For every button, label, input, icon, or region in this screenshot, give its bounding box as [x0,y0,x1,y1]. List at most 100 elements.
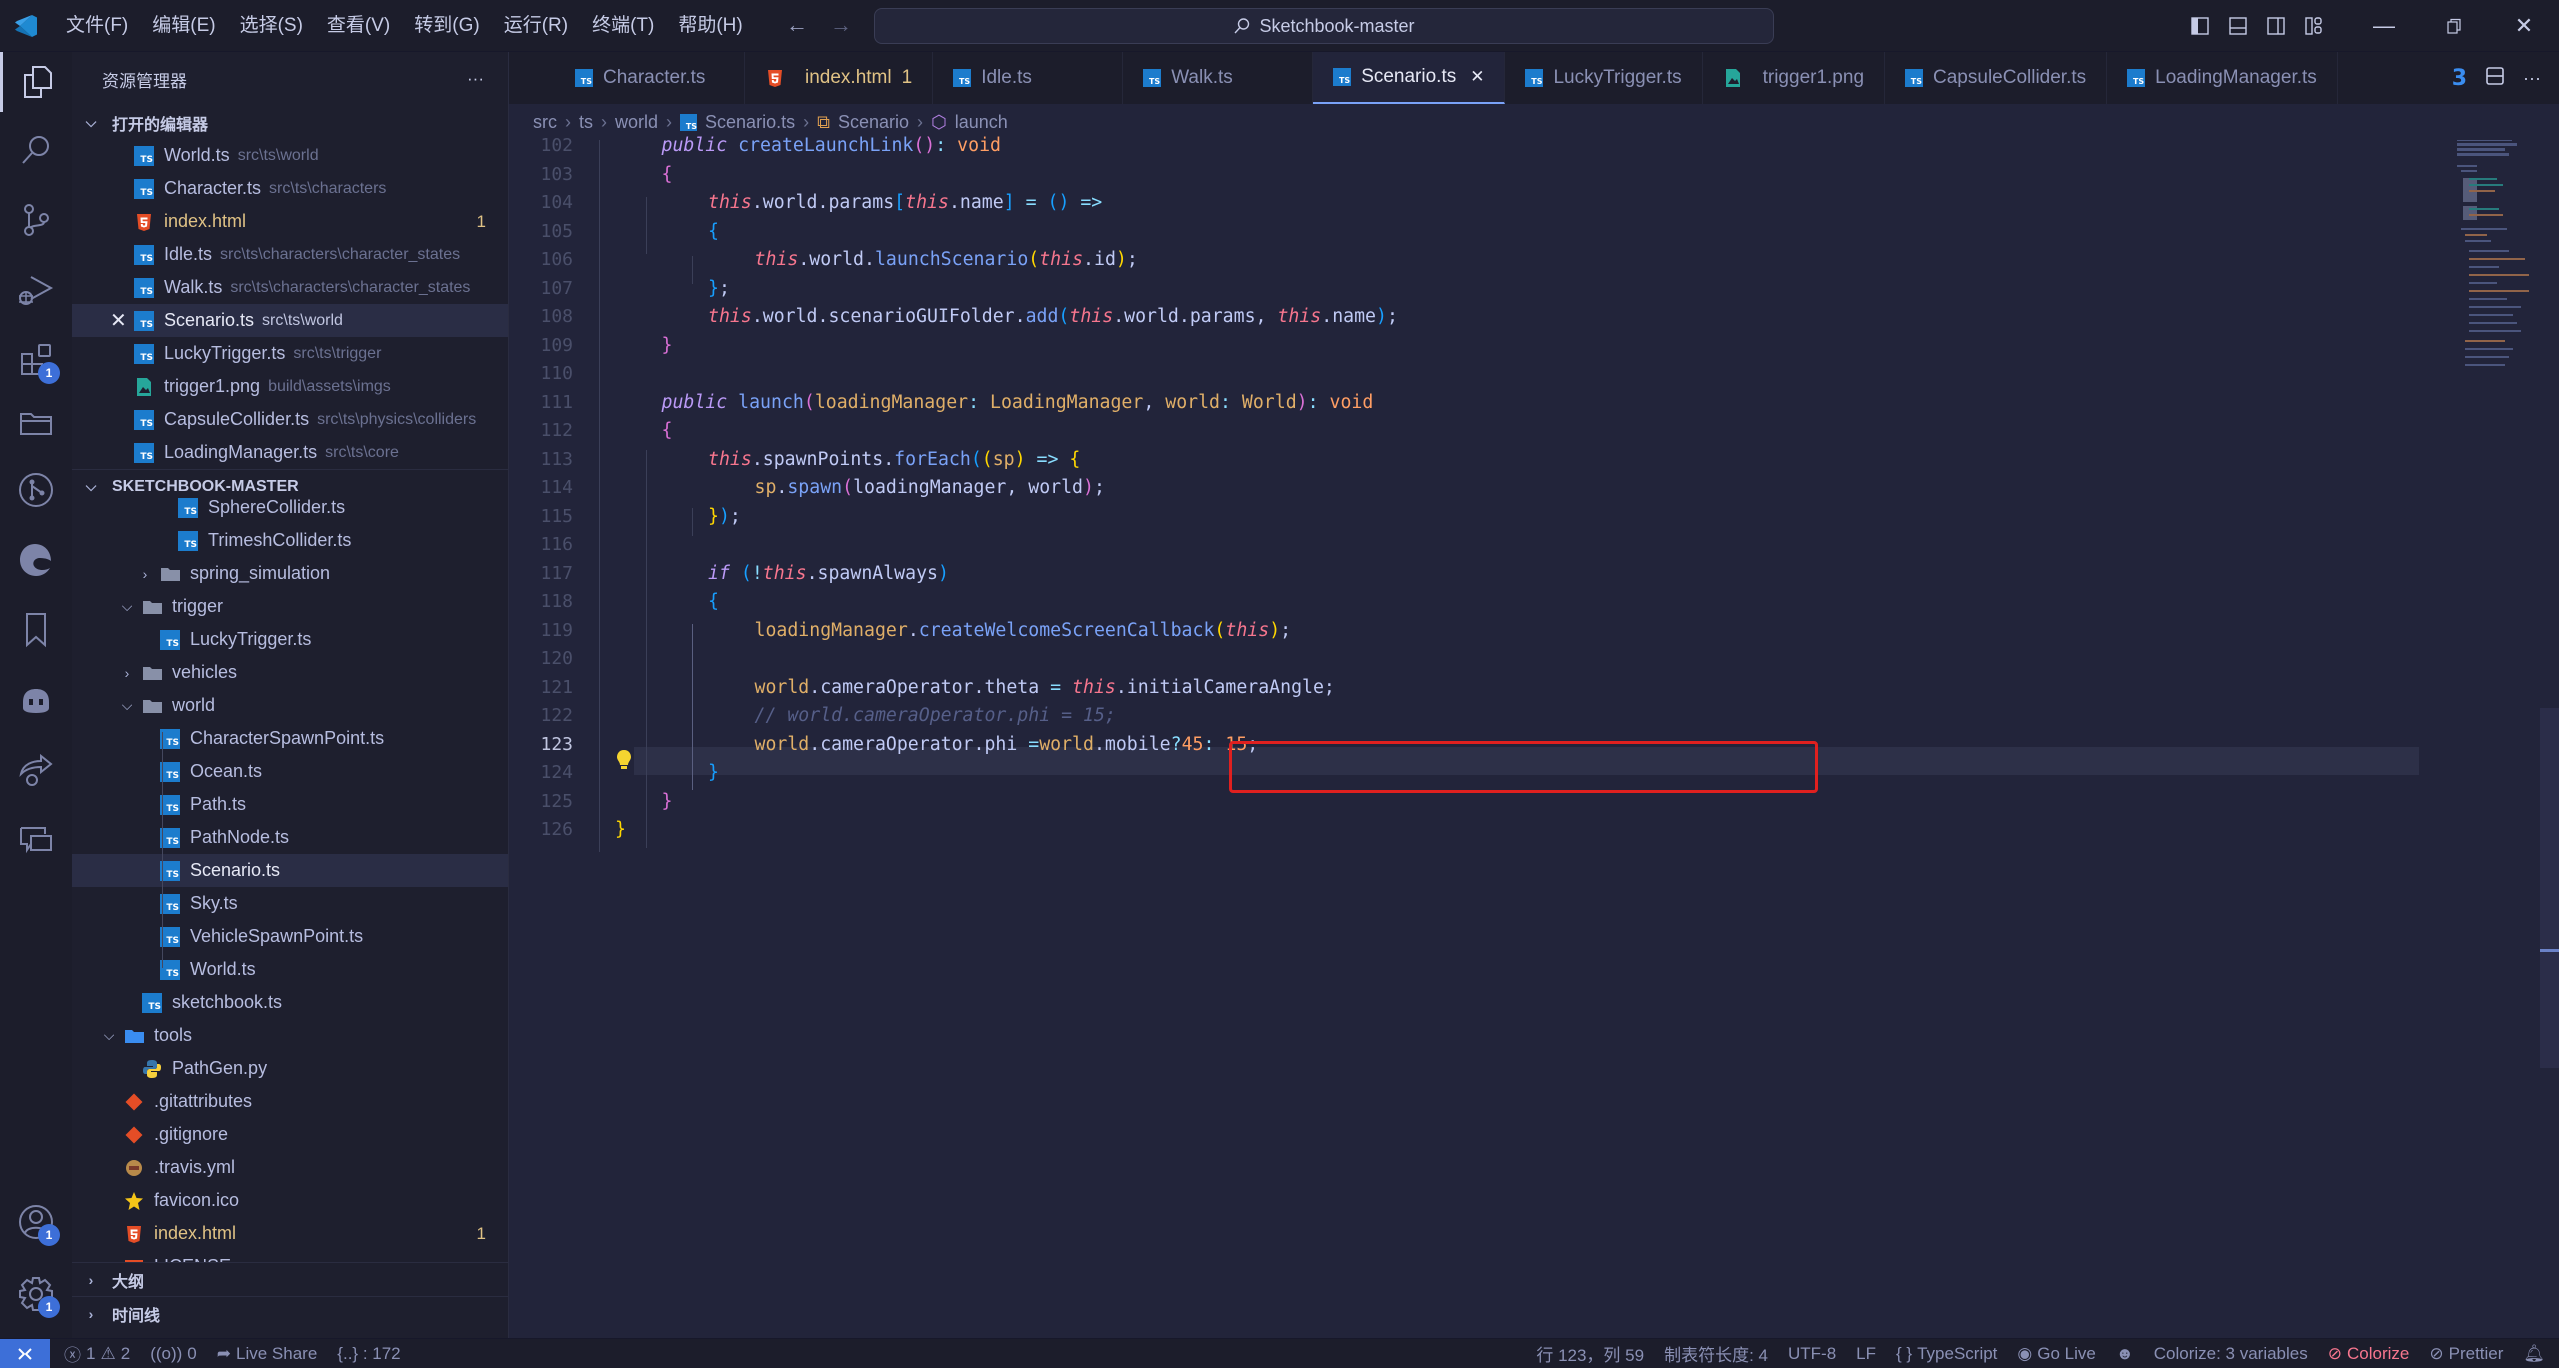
customize-layout-icon[interactable] [2295,0,2333,52]
extensions-icon[interactable]: 1 [0,330,72,390]
colorize-variables[interactable]: Colorize: 3 variables [2144,1344,2318,1364]
menu-edit[interactable]: 编辑(E) [140,0,227,52]
close-editor-icon[interactable]: ✕ [110,308,127,333]
more-actions-icon[interactable]: ··· [467,69,484,89]
more-actions-icon[interactable]: ··· [2523,68,2541,89]
file-item[interactable]: TS Path.ts [72,788,508,821]
menu-run[interactable]: 运行(R) [492,0,580,52]
folder-item[interactable]: › spring_simulation [72,557,508,590]
file-item[interactable]: .gitattributes [72,1085,508,1118]
file-item[interactable]: TS VehicleSpawnPoint.ts [72,920,508,953]
source-control-icon[interactable] [0,190,72,250]
tab-luckytrigger-ts[interactable]: TS LuckyTrigger.ts [1505,52,1703,104]
eol[interactable]: LF [1846,1344,1886,1364]
breadcrumb-world[interactable]: world [615,112,658,133]
edge-devtools-icon[interactable] [0,530,72,590]
menu-go[interactable]: 转到(G) [402,0,491,52]
tab-index-html[interactable]: index.html 1 [745,52,934,104]
minimap[interactable] [2429,140,2559,1338]
open-editor-item[interactable]: ✕ TS Scenario.ts src\ts\world [72,304,508,337]
restore-icon[interactable] [2419,0,2489,52]
project-manager-icon[interactable] [0,392,72,452]
colorize-button[interactable]: ⊘ Colorize [2318,1344,2420,1364]
outline-header[interactable]: › 大纲 [72,1263,508,1296]
lightbulb-icon[interactable] [615,749,633,776]
tab-loadingmanager-ts[interactable]: TS LoadingManager.ts [2107,52,2338,104]
file-item[interactable]: LICENSE [72,1250,508,1262]
tab-walk-ts[interactable]: TS Walk.ts [1123,52,1314,104]
timeline-header[interactable]: › 时间线 [72,1297,508,1330]
file-item[interactable]: TS sketchbook.ts [72,986,508,1019]
file-item[interactable]: TS Ocean.ts [72,755,508,788]
tab-character-ts[interactable]: TS Character.ts [555,52,745,104]
code-editor[interactable]: 102 public createLaunchLink(): void 103{10… [509,135,2559,1338]
menu-terminal[interactable]: 终端(T) [580,0,666,52]
open-editor-item[interactable]: TS LoadingManager.ts src\ts\core [72,436,508,469]
explorer-icon[interactable] [0,52,72,112]
vertical-scrollbar[interactable] [2540,708,2559,1068]
remote-explorer-icon[interactable] [0,810,72,870]
open-editor-item[interactable]: index.html 1 [72,205,508,238]
close-window-icon[interactable]: ✕ [2489,0,2559,52]
close-tab-icon[interactable]: ✕ [1470,67,1484,87]
file-item[interactable]: TS CharacterSpawnPoint.ts [72,722,508,755]
file-item[interactable]: favicon.ico [72,1184,508,1217]
toggle-primary-sidebar-icon[interactable] [2181,0,2219,52]
folder-item[interactable]: ⌵ tools [72,1019,508,1052]
symbol-count[interactable]: {..} : 172 [327,1344,410,1364]
open-editor-item[interactable]: TS Idle.ts src\ts\characters\character_sta… [72,238,508,271]
breadcrumb-file[interactable]: Scenario.ts [705,112,795,133]
git-graph-icon[interactable] [0,460,72,520]
file-item[interactable]: TS World.ts [72,953,508,986]
command-center[interactable]: Sketchbook-master [874,8,1774,44]
open-editor-item[interactable]: TS CapsuleCollider.ts src\ts\physics\colli… [72,403,508,436]
tab-capsulecollider-ts[interactable]: TS CapsuleCollider.ts [1885,52,2108,104]
breadcrumb-src[interactable]: src [533,112,557,133]
toggle-secondary-sidebar-icon[interactable] [2257,0,2295,52]
accounts-icon[interactable]: 1 [0,1192,72,1252]
split-editor-icon[interactable] [2485,66,2505,91]
menu-file[interactable]: 文件(F) [54,0,140,52]
run-debug-icon[interactable] [0,260,72,320]
file-item[interactable]: .travis.yml [72,1151,508,1184]
search-icon[interactable] [0,120,72,180]
tab-scenario-ts[interactable]: TS Scenario.ts ✕ [1313,52,1506,104]
menu-view[interactable]: 查看(V) [315,0,402,52]
forward-arrow-icon[interactable]: → [830,12,852,38]
tab-size[interactable]: 制表符长度: 4 [1654,1341,1778,1366]
folder-item[interactable]: ⌵ trigger [72,590,508,623]
open-editor-item[interactable]: TS World.ts src\ts\world [72,139,508,172]
tab-trigger1-png[interactable]: trigger1.png [1703,52,1886,104]
file-item[interactable]: TS PathNode.ts [72,821,508,854]
live-share-icon[interactable] [0,740,72,800]
encoding[interactable]: UTF-8 [1778,1344,1846,1364]
file-item[interactable]: TS LuckyTrigger.ts [72,623,508,656]
css-icon[interactable]: 𝟯 [2452,65,2467,91]
notifications-bell-icon[interactable]: 🔔︎ [2513,1344,2559,1364]
file-item[interactable]: TS SphereCollider.ts [72,491,508,524]
prettier-button[interactable]: ⊘ Prettier [2419,1344,2513,1364]
menu-selection[interactable]: 选择(S) [228,0,315,52]
tab-idle-ts[interactable]: TS Idle.ts [933,52,1124,104]
menu-help[interactable]: 帮助(H) [666,0,754,52]
cursor-position[interactable]: 行 123，列 59 [1526,1341,1654,1366]
open-editor-item[interactable]: TS Walk.ts src\ts\characters\character_sta… [72,271,508,304]
file-item[interactable]: TS Scenario.ts [72,854,508,887]
ports-indicator[interactable]: ((o)) 0 [140,1344,207,1364]
file-item[interactable]: TS Sky.ts [72,887,508,920]
copilot-icon[interactable] [0,670,72,730]
problems-indicator[interactable]: ⓧ 1 ⚠ 2 [50,1341,140,1366]
open-editor-item[interactable]: trigger1.png build\assets\imgs [72,370,508,403]
live-share-button[interactable]: ➦ Live Share [207,1344,328,1364]
breadcrumb-ts[interactable]: ts [579,112,593,133]
remote-indicator-icon[interactable] [0,1338,50,1368]
file-item[interactable]: index.html 1 [72,1217,508,1250]
go-live-button[interactable]: ◉ Go Live [2007,1344,2105,1364]
minimize-icon[interactable]: — [2349,0,2419,52]
file-item[interactable]: PathGen.py [72,1052,508,1085]
copilot-status[interactable]: ☻ [2106,1344,2144,1364]
bookmarks-icon[interactable] [0,600,72,660]
file-item[interactable]: .gitignore [72,1118,508,1151]
open-editors-header[interactable]: ⌵ 打开的编辑器 [72,106,508,139]
open-editor-item[interactable]: TS Character.ts src\ts\characters [72,172,508,205]
